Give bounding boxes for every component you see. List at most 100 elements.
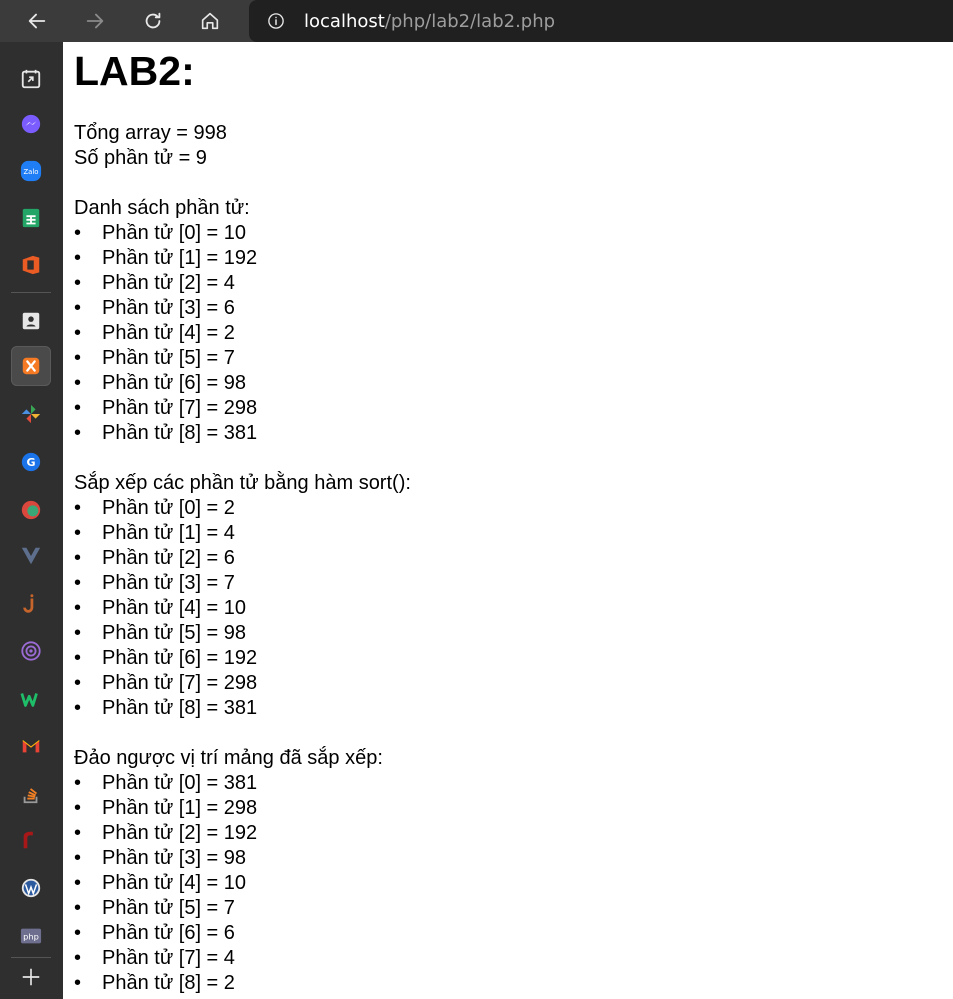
list-item: • Phần tử [6] = 6 <box>74 921 953 946</box>
bullet-icon: • <box>74 372 82 394</box>
list-item-text: Phần tử [0] = 2 <box>102 497 235 519</box>
zalo-icon[interactable]: Zalo <box>19 159 43 183</box>
sum-line: Tổng array = 998 <box>74 122 227 144</box>
list-item: • Phần tử [3] = 7 <box>74 571 953 596</box>
bullet-icon: • <box>74 647 82 669</box>
list-item-text: Phần tử [3] = 6 <box>102 297 235 319</box>
list-item: • Phần tử [3] = 6 <box>74 296 953 321</box>
list-item: • Phần tử [7] = 298 <box>74 396 953 421</box>
page-title: LAB2: <box>74 48 195 94</box>
list-item-text: Phần tử [1] = 298 <box>102 797 258 819</box>
bullet-icon: • <box>74 672 82 694</box>
contacts-icon[interactable] <box>19 309 43 333</box>
arrow-left-icon <box>28 13 46 29</box>
list-item-text: Phần tử [8] = 381 <box>102 422 258 444</box>
list-item: • Phần tử [8] = 381 <box>74 696 953 721</box>
list-item: • Phần tử [4] = 2 <box>74 321 953 346</box>
list-item: • Phần tử [0] = 2 <box>74 496 953 521</box>
list-item-text: Phần tử [4] = 10 <box>102 597 247 619</box>
xampp-icon[interactable] <box>11 346 51 386</box>
address-bar[interactable]: localhost/php/lab2/lab2.php <box>249 0 953 42</box>
browser-toolbar: localhost/php/lab2/lab2.php <box>0 0 953 42</box>
element-list: • Phần tử [0] = 2 • Phần tử [1] = 4 • Phần tử… <box>74 496 953 721</box>
list-item-text: Phần tử [5] = 98 <box>102 622 247 644</box>
bullet-icon: • <box>74 497 82 519</box>
list-item: • Phần tử [2] = 4 <box>74 271 953 296</box>
list-item: • Phần tử [2] = 6 <box>74 546 953 571</box>
php-icon[interactable]: php <box>19 924 43 948</box>
bullet-icon: • <box>74 872 82 894</box>
bullet-icon: • <box>74 222 82 244</box>
bullet-icon: • <box>74 822 82 844</box>
url-path: /php/lab2/lab2.php <box>384 10 556 32</box>
j-app-icon[interactable] <box>19 592 43 616</box>
sidebar-divider <box>11 292 51 293</box>
list-item: • Phần tử [3] = 98 <box>74 846 953 871</box>
bullet-icon: • <box>74 572 82 594</box>
list-item: • Phần tử [2] = 192 <box>74 821 953 846</box>
bullet-icon: • <box>74 272 82 294</box>
refresh-icon <box>145 12 161 29</box>
webtoon-icon[interactable] <box>19 687 43 711</box>
list-item-text: Phần tử [5] = 7 <box>102 897 235 919</box>
collections-icon[interactable] <box>19 67 43 91</box>
gmail-icon[interactable] <box>19 734 43 758</box>
list-item: • Phần tử [1] = 298 <box>74 796 953 821</box>
bullet-icon: • <box>74 847 82 869</box>
app-s-icon[interactable] <box>19 498 43 522</box>
bullet-icon: • <box>74 947 82 969</box>
bullet-icon: • <box>74 972 82 994</box>
list-item-text: Phần tử [3] = 7 <box>102 572 235 594</box>
wordpress-icon[interactable] <box>19 876 43 900</box>
count-line: Số phần tử = 9 <box>74 147 207 169</box>
list-item-text: Phần tử [2] = 6 <box>102 547 235 569</box>
pinwheel-icon[interactable] <box>19 402 43 426</box>
list-item-text: Phần tử [7] = 298 <box>102 672 258 694</box>
forward-button[interactable] <box>79 5 111 37</box>
bullet-icon: • <box>74 547 82 569</box>
element-list: • Phần tử [0] = 381 • Phần tử [1] = 298 • Phầ… <box>74 771 953 996</box>
add-icon[interactable] <box>19 965 43 989</box>
google-sheets-icon[interactable] <box>19 206 43 230</box>
list-item: • Phần tử [4] = 10 <box>74 596 953 621</box>
list-item: • Phần tử [1] = 4 <box>74 521 953 546</box>
list-item-text: Phần tử [1] = 4 <box>102 522 235 544</box>
list-item: • Phần tử [1] = 192 <box>74 246 953 271</box>
sections: Danh sách phần tử: • Phần tử [0] = 10 • Phần… <box>74 171 953 996</box>
list-item-text: Phần tử [6] = 98 <box>102 372 247 394</box>
bullet-icon: • <box>74 797 82 819</box>
bullet-icon: • <box>74 397 82 419</box>
list-item: • Phần tử [7] = 298 <box>74 671 953 696</box>
list-item-text: Phần tử [6] = 192 <box>102 647 258 669</box>
list-item-text: Phần tử [0] = 381 <box>102 772 258 794</box>
back-button[interactable] <box>21 5 53 37</box>
svg-text:php: php <box>23 932 39 942</box>
list-item: • Phần tử [0] = 10 <box>74 221 953 246</box>
messenger-icon[interactable] <box>19 112 43 136</box>
home-icon <box>201 12 219 30</box>
summary-block: Tổng array = 998 Số phần tử = 9 <box>74 121 953 171</box>
podcasts-icon[interactable] <box>19 639 43 663</box>
arrow-right-icon <box>86 13 104 29</box>
refresh-button[interactable] <box>137 5 169 37</box>
list-item: • Phần tử [8] = 381 <box>74 421 953 446</box>
list-item-text: Phần tử [0] = 10 <box>102 222 247 244</box>
list-item-text: Phần tử [3] = 98 <box>102 847 247 869</box>
bullet-icon: • <box>74 897 82 919</box>
office-icon[interactable] <box>19 253 43 277</box>
home-button[interactable] <box>194 5 226 37</box>
bullet-icon: • <box>74 297 82 319</box>
list-item: • Phần tử [5] = 7 <box>74 346 953 371</box>
google-translate-icon[interactable]: G <box>19 450 43 474</box>
vuejs-icon[interactable] <box>19 544 43 568</box>
svg-text:Zalo: Zalo <box>23 168 38 176</box>
list-item: • Phần tử [5] = 98 <box>74 621 953 646</box>
bullet-icon: • <box>74 697 82 719</box>
list-item-text: Phần tử [2] = 192 <box>102 822 258 844</box>
info-icon[interactable] <box>267 12 285 30</box>
stackoverflow-icon[interactable] <box>19 782 43 806</box>
redmine-icon[interactable] <box>19 828 43 852</box>
svg-text:G: G <box>26 456 35 469</box>
